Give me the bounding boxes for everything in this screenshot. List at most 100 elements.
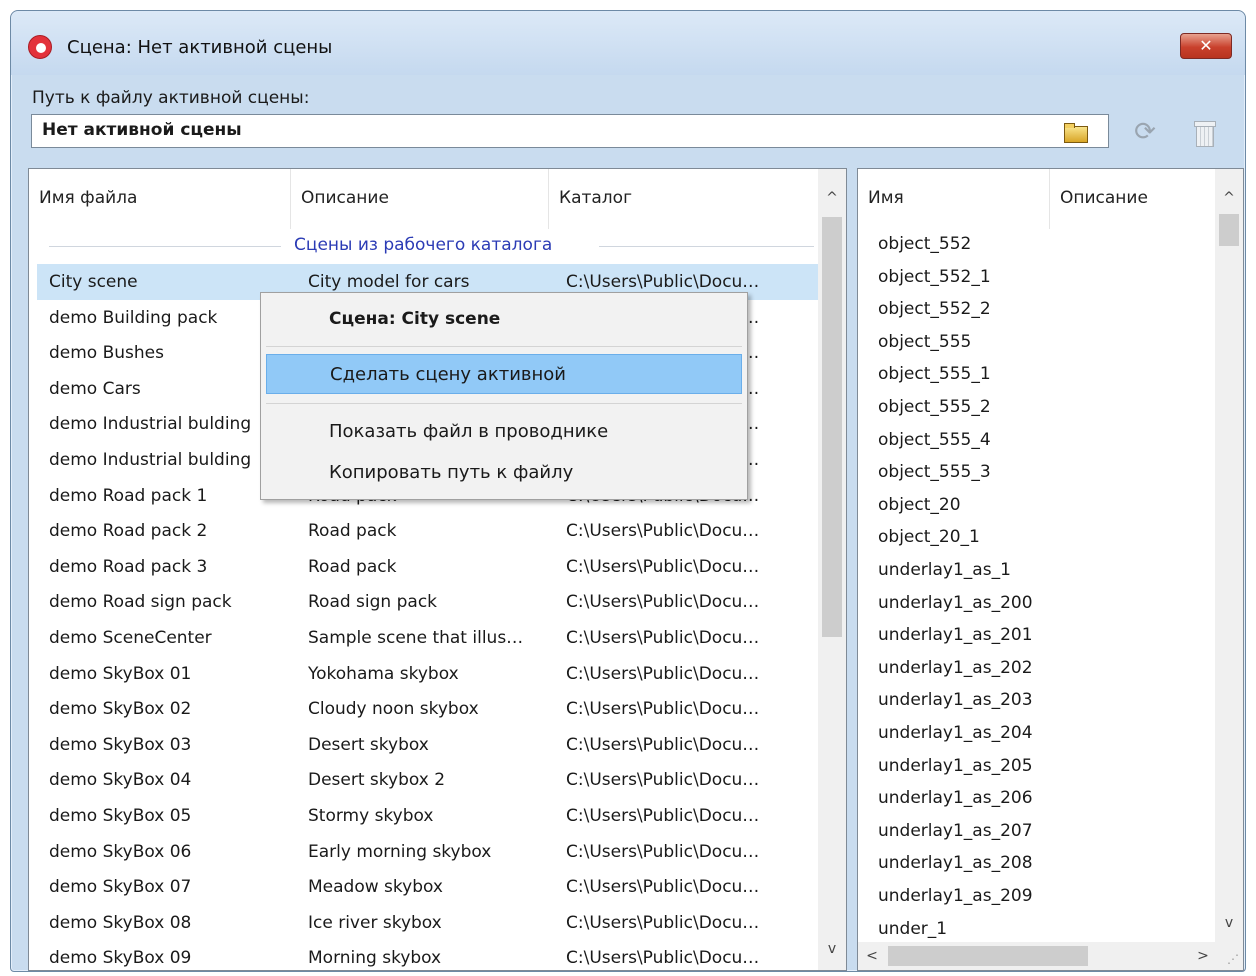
list-item[interactable]: underlay1_as_205 — [878, 756, 1033, 776]
column-header-filename[interactable]: Имя файла — [29, 169, 291, 229]
scene-catalog-cell: C:\Users\Public\Docu… — [566, 912, 760, 933]
table-row[interactable]: demo SkyBox 08 Ice river skybox C:\Users\P… — [37, 905, 819, 941]
list-item[interactable]: object_555_3 — [878, 462, 991, 482]
group-label: Сцены из рабочего каталога — [294, 235, 553, 255]
objects-horizontal-scrollbar[interactable]: < > — [858, 942, 1217, 970]
scene-name-cell: demo SkyBox 09 — [49, 948, 192, 969]
list-item[interactable]: object_555_1 — [878, 364, 991, 384]
menu-separator — [266, 403, 742, 404]
scroll-left-arrow-icon[interactable]: < — [858, 942, 886, 970]
scene-name-cell: demo Road pack 2 — [49, 521, 208, 542]
list-item[interactable]: underlay1_as_204 — [878, 723, 1033, 743]
list-item[interactable]: underlay1_as_1 — [878, 560, 1011, 580]
list-item[interactable]: underlay1_as_207 — [878, 821, 1033, 841]
scene-description-cell: Stormy skybox — [308, 806, 434, 826]
scene-name-cell: demo SkyBox 05 — [49, 806, 192, 826]
list-item[interactable]: object_552 — [878, 234, 971, 254]
scroll-right-arrow-icon[interactable]: > — [1189, 942, 1217, 970]
scene-catalog-cell: C:\Users\Public\Docu… — [566, 806, 760, 826]
scroll-down-arrow-icon[interactable]: v — [1215, 908, 1243, 938]
scene-description-cell: Road pack — [308, 521, 397, 542]
column-header-description[interactable]: Описание — [291, 169, 549, 229]
list-item[interactable]: object_552_1 — [878, 267, 991, 287]
objects-list-header: Имя Описание — [858, 169, 1243, 229]
menu-item-make-active[interactable]: Сделать сцену активной — [266, 354, 742, 394]
scroll-thumb[interactable] — [1219, 214, 1239, 246]
list-item[interactable]: object_555_2 — [878, 397, 991, 417]
list-item[interactable]: object_20_1 — [878, 527, 980, 547]
scenes-table-header: Имя файла Описание Каталог — [29, 169, 846, 229]
column-header-catalog[interactable]: Каталог — [549, 169, 820, 229]
scene-description-cell: Road sign pack — [308, 592, 438, 613]
column-header-name[interactable]: Имя — [858, 169, 1050, 229]
menu-item-label: Копировать путь к файлу — [329, 462, 574, 483]
menu-item-label: Показать файл в проводнике — [329, 421, 609, 442]
scroll-up-arrow-icon[interactable]: ^ — [1215, 183, 1243, 213]
list-item[interactable]: object_555_4 — [878, 430, 991, 450]
delete-trash-icon[interactable] — [1194, 121, 1216, 147]
scene-catalog-cell: C:\Users\Public\Docu… — [566, 770, 760, 791]
table-row[interactable]: demo Road sign pack Road sign pack C:\User… — [37, 584, 819, 620]
list-item[interactable]: underlay1_as_202 — [878, 658, 1033, 678]
list-item[interactable]: under_1 — [878, 919, 947, 939]
scene-name-cell: demo SkyBox 06 — [49, 841, 192, 862]
close-button[interactable]: ✕ — [1180, 33, 1232, 59]
objects-vertical-scrollbar[interactable]: ^ v — [1215, 169, 1243, 944]
list-item[interactable]: object_20 — [878, 495, 961, 515]
scene-name-cell: demo SkyBox 07 — [49, 877, 192, 898]
scroll-up-arrow-icon[interactable]: ^ — [818, 183, 846, 213]
list-item[interactable]: object_552_2 — [878, 299, 991, 319]
open-folder-icon[interactable] — [1063, 120, 1088, 143]
scene-description-cell: Desert skybox 2 — [308, 770, 446, 791]
table-row[interactable]: demo SkyBox 03 Desert skybox C:\Users\Publ… — [37, 727, 819, 763]
scene-description-cell: City model for cars — [308, 272, 470, 292]
scene-catalog-cell: C:\Users\Public\Docu… — [566, 592, 760, 613]
list-item[interactable]: underlay1_as_201 — [878, 625, 1033, 645]
context-menu-title: Сцена: City scene — [329, 309, 501, 329]
table-row[interactable]: demo SkyBox 02 Cloudy noon skybox C:\Users… — [37, 691, 819, 727]
scenes-vertical-scrollbar[interactable]: ^ v — [818, 169, 846, 970]
scroll-thumb[interactable] — [822, 217, 842, 637]
list-item[interactable]: object_555 — [878, 332, 971, 352]
scene-name-cell: demo Industrial bulding — [49, 414, 252, 435]
table-row[interactable]: demo SkyBox 04 Desert skybox 2 C:\Users\Pu… — [37, 762, 819, 798]
resize-grip-icon[interactable]: ⋰ — [1215, 942, 1243, 970]
scene-context-menu: Сцена: City scene Сделать сцену активной… — [260, 292, 748, 500]
table-row[interactable]: demo SkyBox 07 Meadow skybox C:\Users\Publ… — [37, 869, 819, 905]
list-item[interactable]: underlay1_as_206 — [878, 788, 1033, 808]
scene-catalog-cell: C:\Users\Public\Docu… — [566, 663, 760, 684]
group-line-right — [599, 246, 814, 247]
table-row[interactable]: demo SkyBox 06 Early morning skybox C:\Use… — [37, 834, 819, 870]
table-row[interactable]: demo SkyBox 05 Stormy skybox C:\Users\Publ… — [37, 798, 819, 834]
scene-description-cell: Morning skybox — [308, 948, 442, 969]
menu-item-show-in-explorer[interactable]: Показать файл в проводнике — [266, 412, 742, 452]
scenes-table: Имя файла Описание Каталог Сцены из рабо… — [28, 168, 847, 971]
menu-item-label: Сделать сцену активной — [330, 364, 566, 385]
list-item[interactable]: underlay1_as_203 — [878, 690, 1033, 710]
menu-item-copy-path[interactable]: Копировать путь к файлу — [266, 453, 742, 493]
scroll-thumb[interactable] — [888, 946, 1088, 966]
scene-catalog-cell: C:\Users\Public\Docu… — [566, 699, 760, 720]
active-scene-path-field[interactable]: Нет активной сцены — [31, 114, 1109, 148]
title-bar[interactable]: Сцена: Нет активной сцены ✕ — [11, 11, 1245, 75]
table-row[interactable]: demo SceneCenter Sample scene that illus…… — [37, 620, 819, 656]
list-item[interactable]: underlay1_as_208 — [878, 853, 1033, 873]
list-item[interactable]: underlay1_as_200 — [878, 593, 1033, 613]
table-row[interactable]: demo Road pack 3 Road pack C:\Users\Public… — [37, 549, 819, 585]
table-row[interactable]: demo SkyBox 01 Yokohama skybox C:\Users\Pu… — [37, 656, 819, 692]
scene-description-cell: Meadow skybox — [308, 877, 443, 898]
table-row[interactable]: demo Road pack 2 Road pack C:\Users\Public… — [37, 513, 819, 549]
window-title: Сцена: Нет активной сцены — [67, 37, 333, 58]
table-row[interactable]: demo SkyBox 09 Morning skybox C:\Users\Pub… — [37, 940, 819, 970]
scene-description-cell: Cloudy noon skybox — [308, 699, 479, 720]
refresh-icon[interactable]: ⟳ — [1132, 119, 1158, 145]
path-label: Путь к файлу активной сцены: — [32, 88, 310, 108]
scene-description-cell: Ice river skybox — [308, 912, 442, 933]
scene-name-cell: City scene — [49, 272, 138, 292]
scene-catalog-cell: C:\Users\Public\Docu… — [566, 841, 760, 862]
scroll-down-arrow-icon[interactable]: v — [818, 934, 846, 964]
list-item[interactable]: underlay1_as_209 — [878, 886, 1033, 906]
column-header-object-description[interactable]: Описание — [1050, 169, 1217, 229]
scene-name-cell: demo Building pack — [49, 307, 218, 328]
scene-description-cell: Road pack — [308, 556, 397, 577]
